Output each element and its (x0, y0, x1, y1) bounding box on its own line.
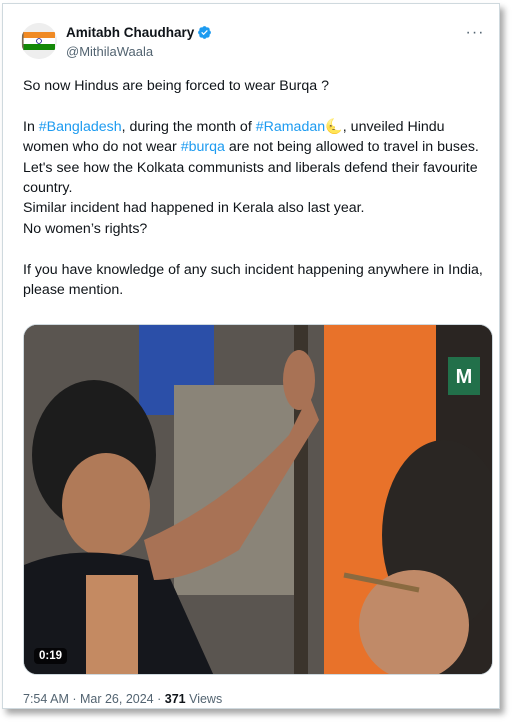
tweet-line: Let's see how the Kolkata communists and… (23, 159, 478, 197)
handle[interactable]: @MithilaWaala (66, 44, 153, 59)
more-options-icon[interactable]: ··· (463, 23, 487, 43)
tweet-line: So now Hindus are being forced to wear B… (23, 78, 330, 94)
text-segment: , during the month of (121, 118, 256, 135)
tweet-line: If you have knowledge of any such incide… (23, 261, 483, 299)
video-thumbnail: M (24, 325, 492, 674)
crescent-moon-emoji: 🌜 (325, 118, 343, 135)
tweet-card: Amitabh Chaudhary @MithilaWaala ··· So n… (2, 3, 500, 709)
hashtag-bangladesh[interactable]: #Bangladesh (39, 119, 122, 135)
tweet-line: No women’s rights? (23, 220, 148, 237)
name-row: Amitabh Chaudhary (66, 25, 212, 40)
views-label: Views (185, 692, 223, 706)
text-segment: In (23, 118, 39, 135)
timestamp[interactable]: 7:54 AM · Mar 26, 2024 · (23, 692, 165, 706)
video-duration: 0:19 (34, 648, 68, 664)
display-name[interactable]: Amitabh Chaudhary (66, 25, 194, 40)
tweet-text: So now Hindus are being forced to wear B… (23, 76, 488, 300)
tweet-line: Similar incident had happened in Kerala … (23, 200, 365, 217)
text-segment: are not being allowed to travel in buses… (224, 139, 479, 156)
views-count: 371 (164, 692, 186, 706)
verified-badge-icon (198, 26, 212, 39)
watermark-logo: M (456, 366, 473, 388)
tweet-header: Amitabh Chaudhary @MithilaWaala ··· (21, 21, 487, 65)
video-player[interactable]: M 0:19 (23, 324, 493, 675)
hashtag-ramadan[interactable]: #Ramadan (256, 119, 325, 135)
avatar[interactable] (21, 23, 57, 59)
tweet-paragraph: In #Bangladesh, during the month of #Ram… (23, 117, 488, 158)
tweet-meta: 7:54 AM · Mar 26, 2024 · 371 Views (23, 692, 222, 706)
flag-avatar-icon (21, 23, 57, 59)
hashtag-burqa[interactable]: #burqa (181, 139, 225, 155)
